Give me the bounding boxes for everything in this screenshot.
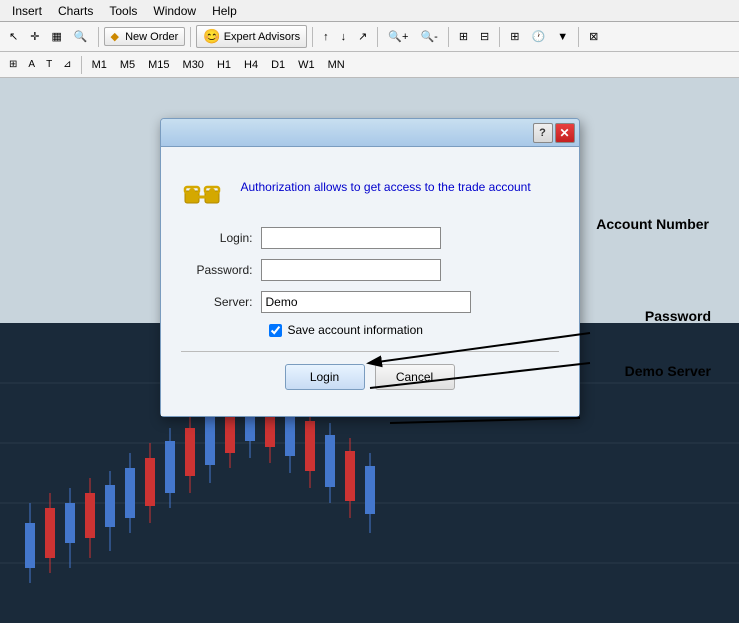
login-dialog: ? ✕ [160, 118, 580, 417]
cancel-button[interactable]: Cancel [375, 364, 455, 390]
menu-charts[interactable]: Charts [50, 2, 101, 20]
server-select-wrapper: Demo [261, 291, 471, 313]
demo-server-annotation: Demo Server [625, 363, 711, 379]
tf-h1[interactable]: H1 [211, 56, 237, 74]
sep1 [98, 27, 99, 47]
password-input[interactable] [261, 259, 441, 281]
zoom-out-btn[interactable]: 🔍- [415, 25, 442, 49]
dialog-overlay: ? ✕ [0, 78, 739, 623]
menu-window[interactable]: Window [145, 2, 204, 20]
menu-insert[interactable]: Insert [4, 2, 50, 20]
menu-help[interactable]: Help [204, 2, 245, 20]
dialog-close-button[interactable]: ✕ [555, 123, 575, 143]
dialog-titlebar: ? ✕ [161, 119, 579, 147]
sep5 [448, 27, 449, 47]
zoom-btn[interactable]: 🔍 [69, 25, 93, 49]
tf-icon2[interactable]: A [23, 53, 40, 77]
dialog-header: Authorization allows to get access to th… [181, 163, 559, 211]
dialog-help-button[interactable]: ? [533, 123, 553, 143]
sep7 [578, 27, 579, 47]
timeframe-toolbar: ⊞ A T ⊿ M1 M5 M15 M30 H1 H4 D1 W1 MN [0, 52, 739, 78]
sep4 [377, 27, 378, 47]
tf-angle[interactable]: ⊿ [58, 53, 76, 77]
dialog-footer: Login Cancel [181, 364, 559, 404]
new-order-label: New Order [125, 31, 178, 43]
sep6 [499, 27, 500, 47]
extra-btn[interactable]: ⊠ [584, 25, 603, 49]
server-label: Server: [181, 295, 261, 309]
password-annotation: Password [645, 308, 711, 324]
down-arrow-btn[interactable]: ↓ [336, 25, 352, 49]
login-row: Login: [181, 227, 559, 249]
expert-advisors-button[interactable]: 😊 Expert Advisors [196, 25, 307, 48]
password-row: Password: [181, 259, 559, 281]
grid-btn[interactable]: ⊞ [505, 25, 524, 49]
settings-btn[interactable]: ▼ [552, 25, 573, 49]
server-row: Server: Demo [181, 291, 559, 313]
tf-sep1 [81, 56, 82, 74]
tf-h4[interactable]: H4 [238, 56, 264, 74]
save-info-label: Save account information [288, 323, 423, 337]
line-btn[interactable]: ⊟ [475, 25, 494, 49]
up-arrow-btn[interactable]: ↑ [318, 25, 334, 49]
save-info-row: Save account information [269, 323, 559, 337]
diagonal-btn[interactable]: ↗ [353, 25, 372, 49]
login-label: Login: [181, 231, 261, 245]
bar-chart-btn[interactable]: ▦ [46, 25, 66, 49]
tf-m1[interactable]: M1 [86, 56, 113, 74]
tf-m5[interactable]: M5 [114, 56, 141, 74]
sep2 [190, 27, 191, 47]
dialog-body: Authorization allows to get access to th… [161, 147, 579, 416]
tf-icon1[interactable]: ⊞ [4, 53, 22, 77]
bar-btn[interactable]: ⊞ [454, 25, 473, 49]
main-area: ? ✕ [0, 78, 739, 623]
dialog-divider [181, 351, 559, 352]
clock-btn[interactable]: 🕐 [526, 25, 550, 49]
tf-mn[interactable]: MN [322, 56, 351, 74]
tf-icon3[interactable]: T [41, 53, 57, 77]
password-label: Password: [181, 263, 261, 277]
menu-tools[interactable]: Tools [101, 2, 145, 20]
tf-w1[interactable]: W1 [292, 56, 321, 74]
new-order-icon: ◆ [111, 31, 119, 43]
zoom-in-btn[interactable]: 🔍+ [383, 25, 413, 49]
crosshair-btn[interactable]: ✛ [25, 25, 44, 49]
dialog-message: Authorization allows to get access to th… [241, 179, 531, 196]
account-number-annotation: Account Number [596, 216, 709, 232]
menubar: Insert Charts Tools Window Help [0, 0, 739, 22]
expert-advisors-label: Expert Advisors [224, 31, 300, 43]
ea-icon: 😊 [203, 28, 220, 45]
tf-m30[interactable]: M30 [177, 56, 210, 74]
tf-d1[interactable]: D1 [265, 56, 291, 74]
new-order-button[interactable]: ◆ New Order [104, 27, 186, 46]
sep3 [312, 27, 313, 47]
arrow-btn[interactable]: ↖ [4, 25, 23, 49]
main-toolbar: ↖ ✛ ▦ 🔍 ◆ New Order 😊 Expert Advisors ↑ … [0, 22, 739, 52]
tf-m15[interactable]: M15 [142, 56, 175, 74]
save-info-checkbox[interactable] [269, 324, 282, 337]
key-icon [181, 163, 229, 211]
login-input[interactable] [261, 227, 441, 249]
login-button[interactable]: Login [285, 364, 365, 390]
server-select[interactable]: Demo [261, 291, 471, 313]
